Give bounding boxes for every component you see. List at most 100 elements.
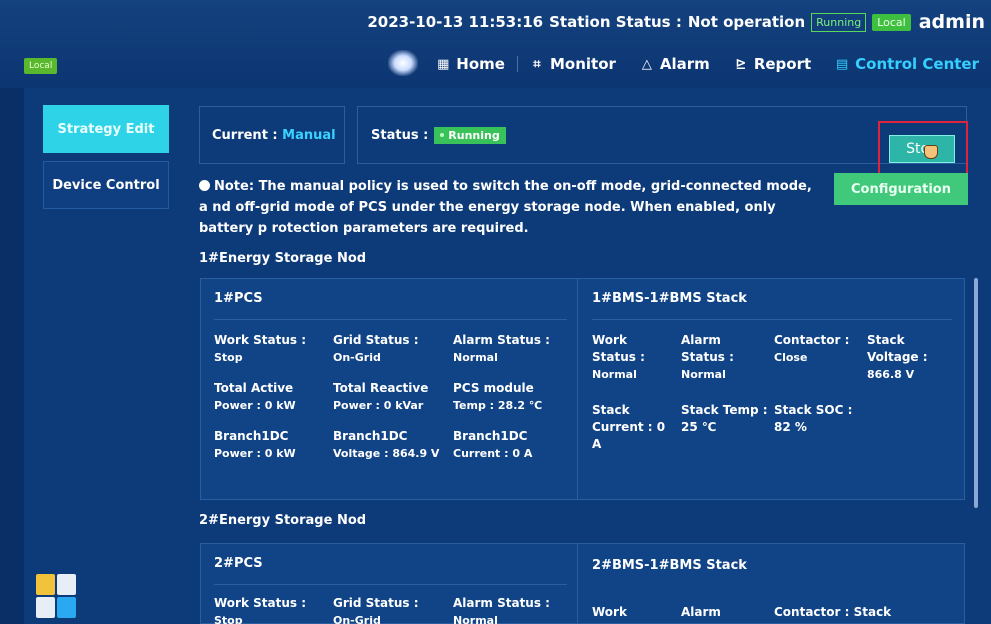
sidebar-item-device-control[interactable]: Device Control xyxy=(43,161,169,209)
configuration-button[interactable]: Configuration xyxy=(834,173,968,205)
pcs-grid-status: Grid Status : On-Grid xyxy=(333,595,419,624)
label: Work Status : xyxy=(592,333,645,364)
bms-stack-current: Stack Current : 0 A xyxy=(592,403,666,451)
station-status-bar: 2023-10-13 11:53:16 Station Status : Not… xyxy=(367,10,985,34)
node-1-box: 1#PCS Work Status : Stop Grid Status : O… xyxy=(200,278,965,500)
current-value: Manual xyxy=(282,127,336,143)
nav-report[interactable]: ⊵ Report xyxy=(722,55,823,73)
pcs-branch-voltage: Branch1DC Voltage : 864.9 V xyxy=(333,428,448,462)
pcs-total-active: Total Active Power : 0 kW xyxy=(214,380,296,414)
value: On-Grid xyxy=(333,351,381,364)
value: Power : 0 kVar xyxy=(333,399,424,412)
nav-control-center[interactable]: ▤ Control Center xyxy=(823,55,991,73)
datetime: 2023-10-13 11:53:16 xyxy=(367,13,544,31)
value: On-Grid xyxy=(333,614,381,624)
sidebar-item-strategy-edit[interactable]: Strategy Edit xyxy=(43,105,169,153)
status-label: Status : xyxy=(371,127,429,143)
node-2-box: 2#PCS Work Status : Stop Grid Status : O… xyxy=(200,543,965,624)
bms-contactor-label: Contactor : Stack xyxy=(774,605,892,619)
stop-button[interactable]: Stop xyxy=(889,135,955,163)
nav-control-center-label: Control Center xyxy=(855,55,979,73)
pcs-module-temp: PCS module Temp : 28.2 ℃ xyxy=(453,380,542,414)
label: Alarm Status : xyxy=(681,333,734,364)
bms-stack-soc: Stack SOC : 82 % xyxy=(774,403,853,434)
current-label: Current : xyxy=(212,127,278,143)
label: Grid Status : xyxy=(333,596,419,610)
value: Temp : 28.2 ℃ xyxy=(453,399,543,412)
pcs-alarm-status: Alarm Status : Normal xyxy=(453,595,550,624)
label: Stack Voltage : xyxy=(867,333,928,364)
tile xyxy=(57,574,76,595)
bms-alarm-label: Alarm xyxy=(681,605,721,619)
node-2-pcs-panel: 2#PCS Work Status : Stop Grid Status : O… xyxy=(201,544,578,624)
pcs-alarm-status: Alarm Status : Normal xyxy=(453,332,550,366)
note-text-block: Note: The manual policy is used to switc… xyxy=(199,176,819,239)
local-indicator: Local xyxy=(24,58,58,74)
node-2-bms-panel: 2#BMS-1#BMS Stack Work Alarm Contactor :… xyxy=(579,544,965,623)
status-badge: Running xyxy=(434,126,506,144)
local-badge: Local xyxy=(872,13,911,31)
value: Power : 0 kW xyxy=(214,447,296,460)
bms-stack-voltage: Stack Voltage : 866.8 V xyxy=(867,332,947,383)
label: Alarm Status : xyxy=(453,596,550,610)
tile xyxy=(36,597,55,618)
station-status-label: Station Status : xyxy=(549,13,682,31)
main-nav: ▦ Home ⌗ Monitor △ Alarm ⊵ Report ▤ Cont… xyxy=(424,50,991,78)
tile xyxy=(57,597,76,618)
label: Branch1DC xyxy=(453,429,528,443)
label: Work Status : xyxy=(214,596,307,610)
value: 866.8 V xyxy=(867,368,915,381)
value: Power : 0 kW xyxy=(214,399,296,412)
node-1-title: 1#Energy Storage Nod xyxy=(199,251,367,266)
nav-report-label: Report xyxy=(753,55,812,73)
pcs-branch-current: Branch1DC Current : 0 A xyxy=(453,428,532,462)
nav-monitor-label: Monitor xyxy=(549,55,616,73)
node-1-pcs-panel: 1#PCS Work Status : Stop Grid Status : O… xyxy=(201,279,578,499)
value: Normal xyxy=(681,368,726,381)
top-bar: 2023-10-13 11:53:16 Station Status : Not… xyxy=(0,0,991,88)
value: Stop xyxy=(214,351,243,364)
status-value: Running xyxy=(448,128,500,142)
monitor-icon: ⌗ xyxy=(533,56,541,72)
divider xyxy=(592,319,952,320)
scrollbar[interactable] xyxy=(974,278,978,508)
station-status-value: Not operation xyxy=(687,13,806,31)
sidebar: Strategy Edit Device Control xyxy=(43,105,169,217)
report-icon: ⊵ xyxy=(735,56,747,72)
label: Branch1DC xyxy=(214,429,289,443)
pcs-title: 2#PCS xyxy=(214,556,263,571)
current-mode-panel: Current : Manual xyxy=(199,106,345,164)
bms-title: 2#BMS-1#BMS Stack xyxy=(592,558,747,573)
pcs-work-status: Work Status : Stop xyxy=(214,332,306,366)
pcs-total-reactive: Total Reactive Power : 0 kVar xyxy=(333,380,428,414)
divider xyxy=(214,584,567,585)
note-text: Note: The manual policy is used to switc… xyxy=(199,179,812,236)
status-dot-icon xyxy=(440,133,445,137)
user-name[interactable]: admin xyxy=(919,11,985,33)
label: Grid Status : xyxy=(333,333,419,347)
control-icon: ▤ xyxy=(836,56,849,72)
value: Voltage : 864.9 V xyxy=(333,447,440,460)
node-2-title: 2#Energy Storage Nod xyxy=(199,513,367,528)
value: Normal xyxy=(453,351,498,364)
pcs-work-status: Work Status : Stop xyxy=(214,595,306,624)
nav-alarm-label: Alarm xyxy=(659,55,710,73)
bms-stack-temp: Stack Temp : 25 ℃ xyxy=(681,403,768,434)
label: Total Active xyxy=(214,381,294,395)
nav-home-label: Home xyxy=(456,55,505,73)
grid-icon: ▦ xyxy=(437,56,450,72)
value: Close xyxy=(774,351,808,364)
nav-monitor[interactable]: ⌗ Monitor xyxy=(518,55,628,73)
label: PCS module xyxy=(453,381,534,395)
pcs-branch-power: Branch1DC Power : 0 kW xyxy=(214,428,296,462)
nav-alarm[interactable]: △ Alarm xyxy=(628,55,722,73)
bms-work-status: Work Status : Normal xyxy=(592,332,672,383)
divider xyxy=(214,319,567,320)
alarm-icon: △ xyxy=(641,56,652,72)
bms-contactor: Contactor : Close xyxy=(774,332,864,366)
label: Contactor : xyxy=(774,333,850,347)
bms-title: 1#BMS-1#BMS Stack xyxy=(592,291,747,306)
app-launcher-icon[interactable] xyxy=(36,574,76,618)
info-dot-icon xyxy=(199,180,210,191)
nav-home[interactable]: ▦ Home xyxy=(424,55,517,73)
